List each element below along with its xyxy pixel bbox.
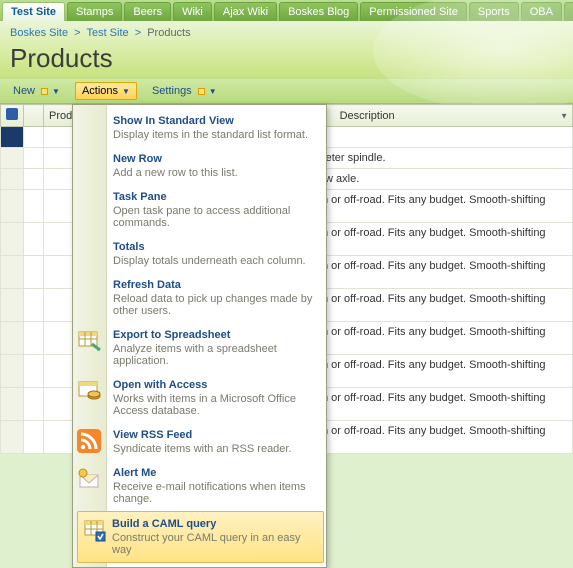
row-selector[interactable] bbox=[1, 169, 24, 190]
rss-icon bbox=[77, 429, 101, 453]
menu-item-description: Works with items in a Microsoft Office A… bbox=[113, 393, 316, 417]
menu-item-view-rss-feed[interactable]: View RSS Feed Syndicate items with an RSS… bbox=[107, 423, 326, 461]
menu-item-title: View RSS Feed bbox=[113, 429, 316, 441]
menu-item-show-in-standard-view[interactable]: Show In Standard View Display items in th… bbox=[107, 109, 326, 147]
top-navigation: Test Site Stamps Beers Wiki Ajax Wiki Bo… bbox=[0, 0, 573, 21]
nav-tab-sports[interactable]: Sports bbox=[469, 2, 519, 21]
nav-home-tab[interactable]: Test Site bbox=[2, 2, 65, 21]
row-selector[interactable] bbox=[1, 127, 24, 148]
row-selector[interactable] bbox=[1, 322, 24, 355]
menu-item-description: Display items in the standard list forma… bbox=[113, 129, 316, 141]
menu-item-export-to-spreadsheet[interactable]: Export to Spreadsheet Analyze items with … bbox=[107, 323, 326, 373]
row-selector[interactable] bbox=[1, 148, 24, 169]
menu-item-build-a-caml-query[interactable]: Build a CAML query Construct your CAML qu… bbox=[77, 511, 324, 563]
menu-item-description: Add a new row to this list. bbox=[113, 167, 316, 179]
row-selector[interactable] bbox=[1, 223, 24, 256]
cell-attachment[interactable] bbox=[24, 421, 44, 454]
new-button[interactable]: New ▼ bbox=[6, 82, 67, 100]
breadcrumb: Boskes Site > Test Site > Products bbox=[10, 27, 563, 41]
menu-item-title: Export to Spreadsheet bbox=[113, 329, 316, 341]
cell-attachment[interactable] bbox=[24, 223, 44, 256]
menu-item-description: Display totals underneath each column. bbox=[113, 255, 316, 267]
cell-attachment[interactable] bbox=[24, 289, 44, 322]
alert-icon bbox=[77, 467, 101, 491]
chevron-down-icon: ▼ bbox=[122, 87, 130, 96]
chevron-down-icon: ▼ bbox=[560, 111, 568, 120]
settings-button[interactable]: Settings ▼ bbox=[145, 82, 224, 100]
menu-item-description: Construct your CAML query in an easy way bbox=[112, 532, 313, 556]
new-button-label: New bbox=[13, 85, 35, 97]
chevron-down-icon: ▼ bbox=[209, 87, 217, 96]
cell-attachment[interactable] bbox=[24, 148, 44, 169]
menu-item-new-row[interactable]: New Row Add a new row to this list. bbox=[107, 147, 326, 185]
menu-item-title: Refresh Data bbox=[113, 279, 316, 291]
menu-item-refresh-data[interactable]: Refresh Data Reload data to pick up chang… bbox=[107, 273, 326, 323]
cell-attachment[interactable] bbox=[24, 127, 44, 148]
menu-item-alert-me[interactable]: Alert Me Receive e-mail notifications whe… bbox=[107, 461, 326, 511]
cell-attachment[interactable] bbox=[24, 256, 44, 289]
cell-attachment[interactable] bbox=[24, 169, 44, 190]
list-toolbar: New ▼ Actions ▼ Settings ▼ bbox=[0, 78, 573, 104]
menu-item-title: Task Pane bbox=[113, 191, 316, 203]
content-area: ProductName ▼ Description ▼ etChromoly s… bbox=[0, 104, 573, 454]
actions-button-label: Actions bbox=[82, 85, 118, 97]
nav-tab-search[interactable]: Search bbox=[564, 2, 573, 21]
actions-menu: Show In Standard View Display items in th… bbox=[72, 104, 327, 568]
menu-item-totals[interactable]: Totals Display totals underneath each col… bbox=[107, 235, 326, 273]
nav-tab-wiki[interactable]: Wiki bbox=[173, 2, 212, 21]
spreadsheet-icon bbox=[77, 329, 101, 353]
dropdown-icon bbox=[198, 88, 205, 95]
cell-attachment[interactable] bbox=[24, 388, 44, 421]
menu-item-title: Alert Me bbox=[113, 467, 316, 479]
row-selector[interactable] bbox=[1, 421, 24, 454]
nav-tab-permissioned-site[interactable]: Permissioned Site bbox=[360, 2, 467, 21]
cell-attachment[interactable] bbox=[24, 355, 44, 388]
cell-attachment[interactable] bbox=[24, 322, 44, 355]
breadcrumb-separator: > bbox=[132, 27, 144, 39]
nav-tab-beers[interactable]: Beers bbox=[124, 2, 171, 21]
row-selector[interactable] bbox=[1, 256, 24, 289]
access-icon bbox=[77, 379, 101, 403]
breadcrumb-current: Products bbox=[147, 27, 190, 39]
menu-item-open-with-access[interactable]: Open with Access Works with items in a Mi… bbox=[107, 373, 326, 423]
row-selector[interactable] bbox=[1, 289, 24, 322]
menu-item-title: Open with Access bbox=[113, 379, 316, 391]
chevron-down-icon: ▼ bbox=[52, 87, 60, 96]
menu-item-title: Totals bbox=[113, 241, 316, 253]
nav-tab-ajax-wiki[interactable]: Ajax Wiki bbox=[214, 2, 277, 21]
dropdown-icon bbox=[41, 88, 48, 95]
cell-attachment[interactable] bbox=[24, 190, 44, 223]
row-selector[interactable] bbox=[1, 190, 24, 223]
nav-tab-oba[interactable]: OBA bbox=[521, 2, 562, 21]
nav-tab-boskes-blog[interactable]: Boskes Blog bbox=[279, 2, 358, 21]
breadcrumb-separator: > bbox=[71, 27, 83, 39]
menu-item-title: New Row bbox=[113, 153, 316, 165]
data-grid: ProductName ▼ Description ▼ etChromoly s… bbox=[0, 104, 573, 454]
menu-item-task-pane[interactable]: Task Pane Open task pane to access additi… bbox=[107, 185, 326, 235]
actions-button[interactable]: Actions ▼ bbox=[75, 82, 137, 100]
row-selector[interactable] bbox=[1, 355, 24, 388]
caml-icon bbox=[82, 518, 106, 542]
row-selector[interactable] bbox=[1, 388, 24, 421]
page-title: Products bbox=[10, 41, 563, 74]
menu-item-title: Show In Standard View bbox=[113, 115, 316, 127]
page-header: Boskes Site > Test Site > Products Produ… bbox=[0, 21, 573, 78]
menu-item-description: Reload data to pick up changes made by o… bbox=[113, 293, 316, 317]
attachment-header[interactable] bbox=[24, 105, 44, 127]
breadcrumb-link-1[interactable]: Boskes Site bbox=[10, 27, 68, 39]
datasheet-icon bbox=[6, 108, 18, 120]
settings-button-label: Settings bbox=[152, 85, 192, 97]
row-selector-header[interactable] bbox=[1, 105, 24, 127]
menu-item-description: Receive e-mail notifications when items … bbox=[113, 481, 316, 505]
menu-item-title: Build a CAML query bbox=[112, 518, 313, 530]
menu-item-description: Syndicate items with an RSS reader. bbox=[113, 443, 316, 455]
menu-item-description: Open task pane to access additional comm… bbox=[113, 205, 316, 229]
breadcrumb-link-2[interactable]: Test Site bbox=[86, 27, 128, 39]
nav-tab-stamps[interactable]: Stamps bbox=[67, 2, 122, 21]
menu-item-description: Analyze items with a spreadsheet applica… bbox=[113, 343, 316, 367]
